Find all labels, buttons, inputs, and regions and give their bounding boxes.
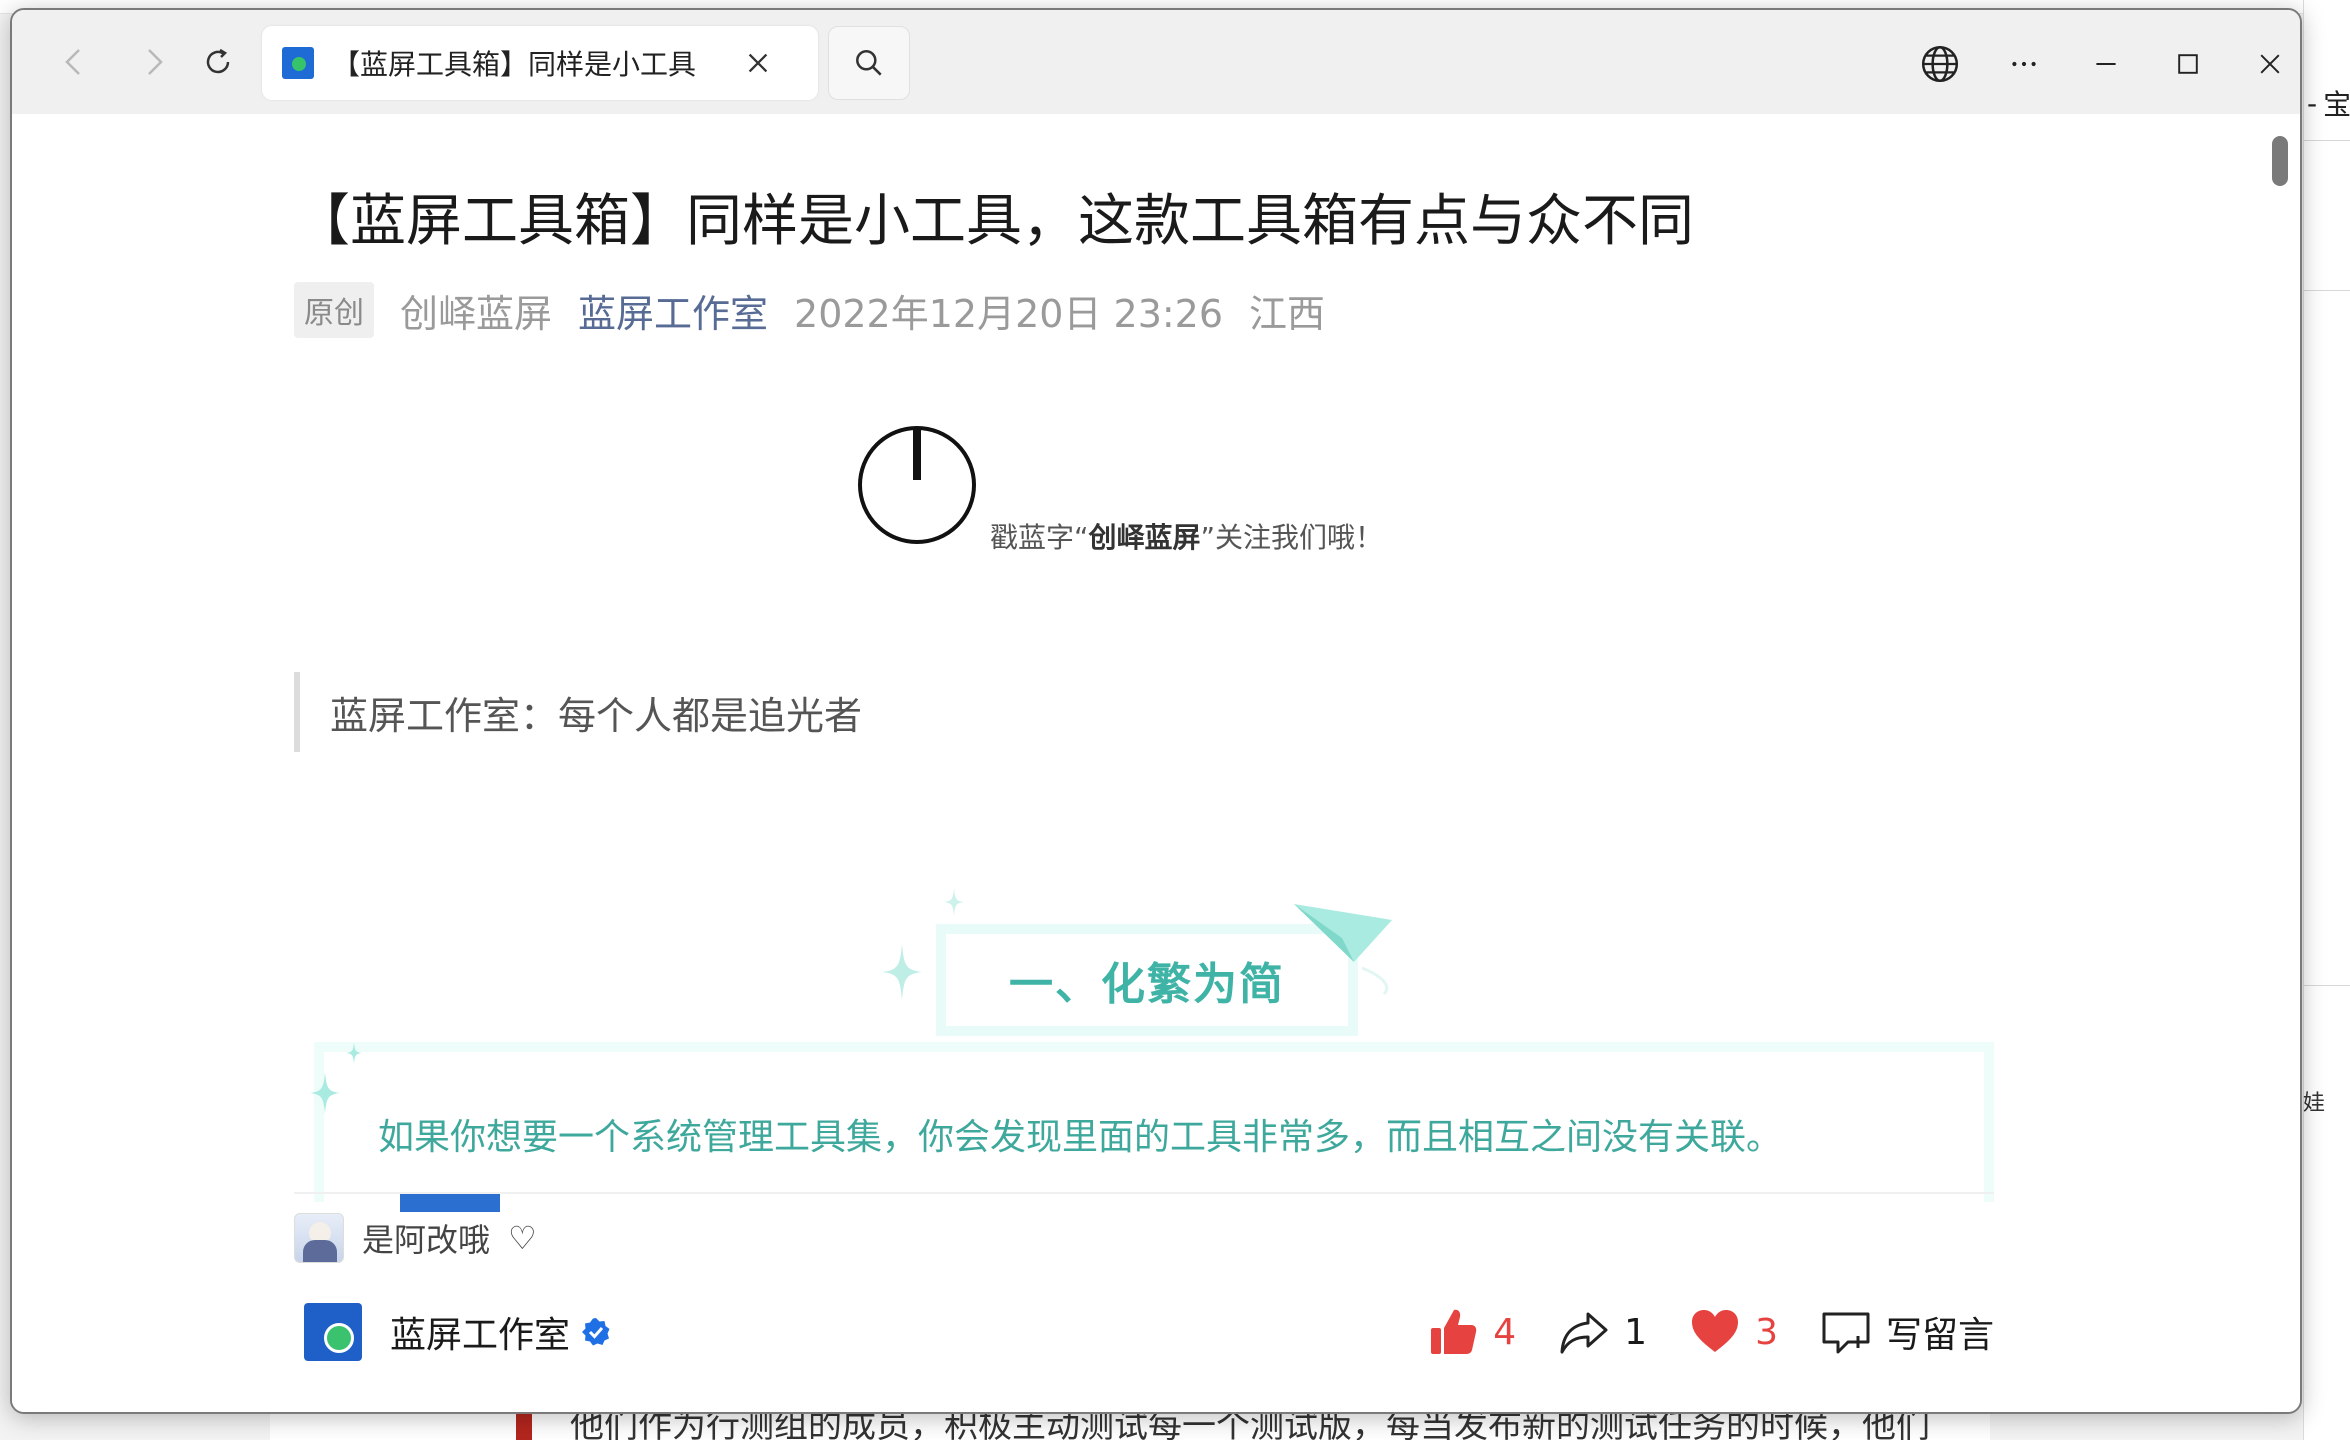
comment-label: 写留言 [1885,1315,1994,1356]
original-tag: 原创 [294,282,374,338]
tab-title: 【蓝屏工具箱】同样是小工具 [332,48,697,81]
browser-tab[interactable]: 【蓝屏工具箱】同样是小工具 [262,26,818,100]
background-tab-label: 宝 [2323,88,2350,121]
language-button[interactable] [1910,36,1970,92]
maximize-icon [2178,54,2198,74]
globe-icon [1921,45,1959,83]
background-tab-dash: - [2307,86,2318,120]
paper-plane-icon [1294,904,1392,996]
heart-outline-icon: ♡ [508,1219,537,1257]
share-count: 1 [1624,1311,1648,1353]
publish-location: 江西 [1249,291,1326,336]
power-icon [858,426,976,544]
blockquote: 蓝屏工作室：每个人都是追光者 [294,672,1194,752]
actions: 4 1 3 写留言 [1427,1306,1994,1358]
minimize-icon [2096,63,2116,65]
close-icon [2260,54,2280,74]
write-comment-button[interactable]: 写留言 [1820,1306,1994,1358]
section-title: 一、化繁为简 [1009,959,1285,1010]
search-icon [856,50,882,76]
maximize-button[interactable] [2158,36,2218,92]
refresh-button[interactable] [188,32,248,92]
more-button[interactable] [1994,36,2054,92]
image-preview [400,1192,500,1212]
background-divider [2303,985,2350,986]
background-tab[interactable]: - 宝 [2303,78,2350,128]
account-name[interactable]: 蓝屏工作室 [390,1306,570,1358]
verified-badge-icon [582,1318,610,1346]
more-icon [2012,61,2036,67]
share-button[interactable]: 1 [1558,1306,1647,1358]
account-link[interactable]: 蓝屏工作室 [578,283,768,338]
article-meta: 原创 创峄蓝屏 蓝屏工作室 2022年12月20日 23:26 江西 [294,282,1325,338]
share-icon [1560,1312,1608,1354]
article-title: 【蓝屏工具箱】同样是小工具，这款工具箱有点与众不同 [294,189,1694,254]
close-window-button[interactable] [2240,36,2300,92]
search-button[interactable] [828,26,910,100]
scrollbar-thumb[interactable] [2272,136,2288,186]
intro-box: 如果你想要一个系统管理工具集，你会发现里面的工具非常多，而且相互之间没有关联。 [310,1042,1994,1212]
heart-icon [1692,1310,1739,1352]
background-divider [2303,290,2350,291]
minimize-button[interactable] [2076,36,2136,92]
sparkle-icon [882,944,922,1000]
follow-suffix: ”关注我们哦！ [1200,521,1384,554]
background-fragment: 娃 [2303,1091,2326,1116]
comment-icon [1822,1312,1870,1354]
commenter-row[interactable]: 是阿改哦 ♡ [294,1212,537,1264]
favorite-button[interactable]: 3 [1689,1306,1778,1358]
browser-window: 【蓝屏工具箱】同样是小工具 【蓝屏工具箱】同样是小工具，这款工具箱有点与众不同 … [10,8,2302,1414]
sparkle-icon [944,888,964,916]
sparkle-icon [310,1072,340,1114]
account-avatar[interactable] [304,1303,362,1361]
site-favicon-icon [282,47,314,79]
action-bar: 蓝屏工作室 4 1 3 写留言 [294,1292,1994,1372]
like-button[interactable]: 4 [1427,1306,1516,1358]
back-button[interactable] [44,32,104,92]
avatar [294,1213,344,1263]
thumbs-up-icon [1431,1309,1477,1354]
divider [294,1192,1994,1194]
back-arrow-icon [65,49,80,75]
follow-prefix: 戳蓝字“ [990,521,1089,554]
background-red-mark [516,1412,532,1440]
tab-close-button[interactable] [740,45,776,81]
background-window-right [2303,0,2350,1440]
page-content: 【蓝屏工具箱】同样是小工具，这款工具箱有点与众不同 原创 创峄蓝屏 蓝屏工作室 … [12,114,2300,1412]
refresh-icon [206,48,230,74]
commenter-name: 是阿改哦 [362,1221,491,1259]
forward-button[interactable] [124,32,184,92]
background-divider [2303,140,2350,141]
like-count: 4 [1493,1311,1517,1353]
author-name: 创峄蓝屏 [400,291,553,336]
close-icon [748,53,768,73]
follow-prompt: 戳蓝字“创峄蓝屏”关注我们哦！ [990,516,1383,556]
forward-arrow-icon [148,49,163,75]
favorite-count: 3 [1755,1311,1778,1353]
intro-text: 如果你想要一个系统管理工具集，你会发现里面的工具非常多，而且相互之间没有关联。 [378,1117,1783,1158]
title-bar: 【蓝屏工具箱】同样是小工具 [12,10,2300,114]
publish-date: 2022年12月20日 23:26 [794,291,1224,336]
quote-text: 蓝屏工作室：每个人都是追光者 [330,693,863,738]
sparkle-icon [346,1042,362,1064]
follow-account-name: 创峄蓝屏 [1088,521,1201,554]
